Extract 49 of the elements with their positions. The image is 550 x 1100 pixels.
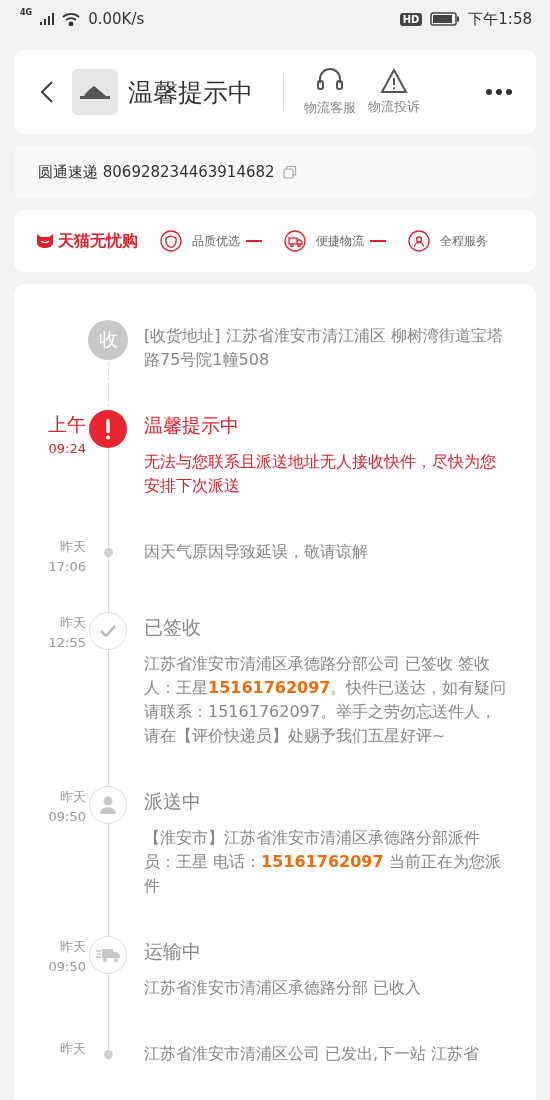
event-time: 09:50 xyxy=(48,809,86,824)
event-day: 昨天 xyxy=(60,788,86,806)
event-description: 因天气原因导致延误，敬请谅解 xyxy=(144,541,369,563)
header-action-button[interactable]: 物流客服 xyxy=(304,67,356,117)
network-label: 4G xyxy=(20,8,33,17)
page-title: 温馨提示中 xyxy=(128,76,253,109)
cat-logo-icon xyxy=(36,233,54,249)
service-label: 便捷物流 xyxy=(316,232,364,250)
event-description: 江苏省淮安市清浦区承德路分部公司 已签收 签收人：王星15161762097。快件已送达，如有疑问请联系：15161762097。举手之劳勿忘送件人，请在【评价快递员】处赐予我们五星好评~ xyxy=(144,653,508,747)
event-time: 09:50 xyxy=(48,959,86,974)
network-speed: 0.00K/s xyxy=(88,10,145,28)
event-description: 无法与您联系且派送地址无人接收快件，尽快为您安排下次派送 xyxy=(144,451,497,497)
event-description: 江苏省淮安市清浦区公司 已发出,下一站 江苏省 xyxy=(144,1043,481,1065)
event-day: 昨天 xyxy=(60,614,86,632)
event-day: 昨天 xyxy=(60,538,86,556)
warning-icon xyxy=(380,68,408,94)
event-description: [收货地址] 江苏省淮安市清江浦区 柳树湾街道宝塔路75号院1幢508 xyxy=(144,325,504,371)
event-day: 昨天 xyxy=(60,938,86,956)
service-label: 品质优选 xyxy=(192,232,240,250)
person-icon xyxy=(100,796,116,814)
header-action-button[interactable]: 物流投诉 xyxy=(368,68,420,116)
check-icon xyxy=(100,625,116,637)
event-day: 上午 xyxy=(48,412,86,438)
back-icon[interactable] xyxy=(40,80,54,104)
truck-icon xyxy=(284,230,306,252)
shield-icon xyxy=(160,230,182,252)
event-title: 派送中 xyxy=(144,789,202,814)
tracking-number: 圆通速递 806928234463914682 xyxy=(38,162,275,182)
battery-icon xyxy=(430,12,461,26)
event-title: 已签收 xyxy=(144,615,202,640)
alert-icon xyxy=(89,410,127,448)
truck-icon xyxy=(96,948,120,962)
service-label: 全程服务 xyxy=(440,232,488,250)
more-icon xyxy=(486,89,512,95)
event-time: 12:55 xyxy=(48,635,86,650)
event-time: 09:24 xyxy=(48,441,86,456)
person-icon xyxy=(408,230,430,252)
hd-badge: HD xyxy=(399,12,423,26)
event-day: 昨天 xyxy=(60,1040,86,1058)
event-description: 【淮安市】江苏省淮安市清浦区承德路分部派件员：王星 电话：15161762097 当前正在为您派件 xyxy=(144,827,502,897)
brand-name: 天猫无忧购 xyxy=(58,230,138,252)
event-time: 17:06 xyxy=(48,559,86,574)
clock-time: 下午1:58 xyxy=(468,9,532,29)
signal-icon xyxy=(40,13,55,25)
event-description: 江苏省淮安市清浦区承德路分部 已收入 xyxy=(144,977,423,999)
event-title: 运输中 xyxy=(144,939,202,964)
event-title: 温馨提示中 xyxy=(144,413,240,438)
slipper-icon xyxy=(78,84,112,100)
wifi-icon xyxy=(62,12,81,26)
